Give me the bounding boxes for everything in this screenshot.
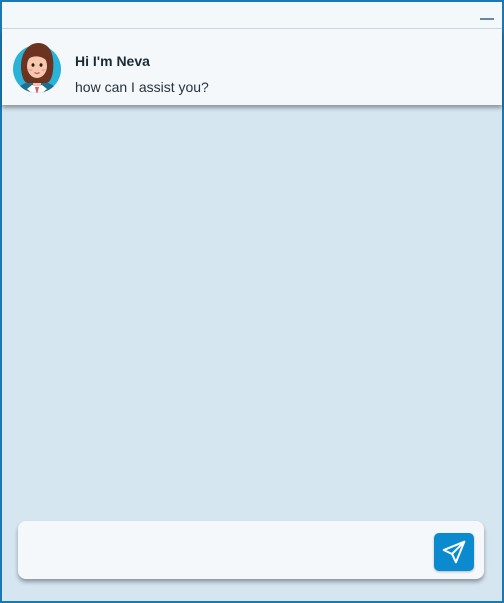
message-list[interactable] bbox=[2, 107, 502, 517]
assistant-header: Hi I'm Neva how can I assist you? bbox=[2, 29, 502, 105]
assistant-subtitle: how can I assist you? bbox=[75, 79, 209, 95]
send-button[interactable] bbox=[434, 533, 474, 571]
avatar bbox=[12, 39, 62, 95]
send-icon bbox=[442, 540, 466, 564]
assistant-avatar-icon bbox=[13, 43, 61, 93]
assistant-greeting: Hi I'm Neva bbox=[75, 53, 150, 69]
minimize-icon[interactable] bbox=[479, 8, 495, 22]
title-bar bbox=[2, 2, 502, 29]
message-composer bbox=[18, 521, 484, 579]
message-input[interactable] bbox=[32, 533, 426, 569]
chat-window: Hi I'm Neva how can I assist you? bbox=[0, 0, 504, 603]
